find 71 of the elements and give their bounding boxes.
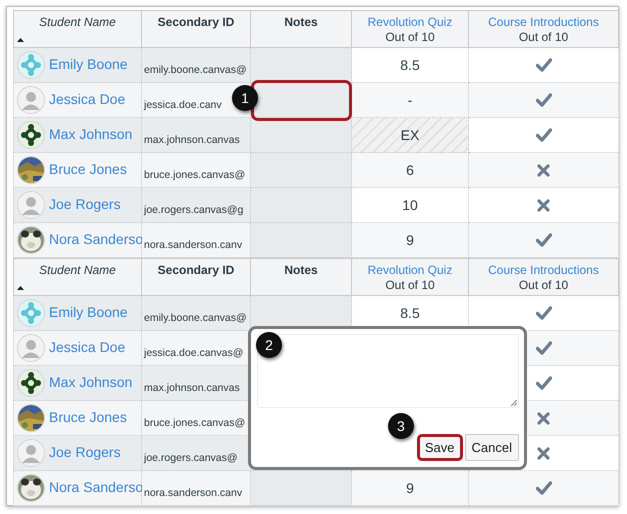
check-icon (536, 58, 552, 72)
assignment-link[interactable]: Revolution Quiz (368, 15, 452, 30)
grade-cell[interactable]: 6 (352, 153, 469, 188)
resize-grip-icon (510, 399, 517, 406)
column-header: Notes (284, 15, 318, 30)
cross-icon (537, 412, 550, 424)
step-marker: 2 (256, 332, 282, 358)
secondary-id-cell: joe.rogers.canvas@ (142, 436, 251, 471)
completion-cell[interactable] (469, 118, 619, 153)
check-icon (536, 128, 552, 142)
secondary-id-cell: emily.boone.canvas@ (142, 296, 251, 331)
completion-cell[interactable] (469, 48, 619, 83)
completion-cell[interactable] (469, 83, 619, 118)
avatar-icon (17, 191, 45, 219)
assignment-link[interactable]: Course Introductions (488, 263, 599, 278)
completion-cell[interactable] (469, 471, 619, 506)
cross-icon (537, 164, 550, 176)
grade-cell[interactable]: 9 (352, 471, 469, 506)
secondary-id-cell: nora.sanderson.canv (142, 223, 251, 258)
assignment-link[interactable]: Revolution Quiz (368, 263, 452, 278)
secondary-id-cell: max.johnson.canvas (142, 366, 251, 401)
cancel-button[interactable]: Cancel (464, 434, 519, 461)
column-header: Secondary ID (158, 15, 234, 30)
avatar-icon (17, 299, 45, 327)
check-icon (536, 93, 552, 107)
avatar-icon (17, 439, 45, 467)
notes-cell[interactable] (251, 118, 352, 153)
save-button[interactable]: Save (416, 434, 463, 461)
points-possible: Out of 10 (518, 30, 568, 45)
notes-cell[interactable] (251, 48, 352, 83)
check-icon (536, 306, 552, 320)
check-icon (536, 376, 552, 390)
completion-cell[interactable] (469, 153, 619, 188)
check-icon (536, 233, 552, 247)
avatar-icon (17, 334, 45, 362)
avatar-icon (17, 86, 45, 114)
secondary-id-cell: emily.boone.canvas@ (142, 48, 251, 83)
completion-cell[interactable] (469, 223, 619, 258)
cross-icon (537, 198, 550, 212)
check-icon (536, 341, 552, 355)
sort-icon[interactable] (17, 38, 24, 42)
grade-cell[interactable]: 9 (352, 223, 469, 258)
notes-textarea[interactable] (257, 334, 519, 408)
check-icon (536, 481, 552, 495)
points-possible: Out of 10 (385, 278, 435, 293)
grade-cell[interactable]: - (352, 83, 469, 118)
avatar-icon (17, 51, 45, 79)
assignment-link[interactable]: Course Introductions (488, 15, 599, 30)
grade-cell[interactable]: 10 (352, 188, 469, 223)
notes-cell[interactable] (251, 471, 352, 506)
secondary-id-cell: nora.sanderson.canv (142, 471, 251, 506)
sort-icon[interactable] (17, 286, 24, 290)
points-possible: Out of 10 (385, 30, 435, 45)
avatar-icon (17, 369, 45, 397)
completion-cell[interactable] (469, 188, 619, 223)
secondary-id-cell: bruce.jones.canvas@ (142, 153, 251, 188)
secondary-id-cell: max.johnson.canvas (142, 118, 251, 153)
secondary-id-cell: joe.rogers.canvas@g (142, 188, 251, 223)
grade-cell[interactable]: 8.5 (352, 48, 469, 83)
column-header: Secondary ID (158, 263, 234, 278)
column-header: Notes (284, 263, 318, 278)
secondary-id-cell: jessica.doe.canvas@ (142, 331, 251, 366)
grade-cell[interactable]: EX (352, 118, 469, 153)
notes-cell[interactable] (251, 188, 352, 223)
secondary-id-cell: bruce.jones.canvas@ (142, 401, 251, 436)
cross-icon (537, 446, 550, 460)
points-possible: Out of 10 (518, 278, 568, 293)
avatar-icon (17, 121, 45, 149)
notes-cell[interactable] (251, 153, 352, 188)
step-marker: 3 (388, 413, 414, 439)
notes-cell[interactable] (251, 223, 352, 258)
